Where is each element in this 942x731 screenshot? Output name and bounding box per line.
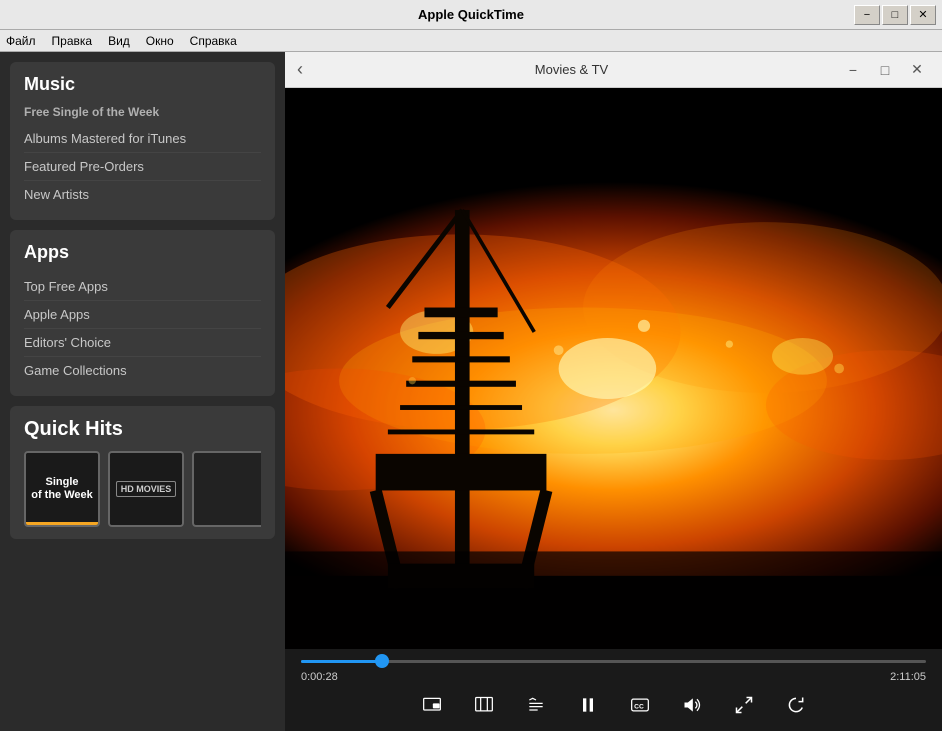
- apps-title: Apps: [24, 242, 261, 263]
- hd-movies-text: HD MOVIES: [116, 481, 177, 497]
- fullscreen-button[interactable]: [728, 689, 760, 721]
- minimize-button[interactable]: −: [854, 5, 880, 25]
- restore-button[interactable]: □: [882, 5, 908, 25]
- video-image: [285, 88, 942, 649]
- progress-track[interactable]: [301, 660, 926, 663]
- video-minimize-button[interactable]: −: [840, 61, 866, 79]
- albums-link[interactable]: Albums Mastered for iTunes: [24, 125, 261, 153]
- controls-bar: 0:00:28 2:11:05: [285, 649, 942, 731]
- time-row: 0:00:28 2:11:05: [301, 671, 926, 683]
- menu-help[interactable]: Справка: [190, 34, 237, 48]
- pip-button[interactable]: [416, 689, 448, 721]
- free-single-subtitle[interactable]: Free Single of the Week: [24, 105, 261, 119]
- apps-section: Apps Top Free Apps Apple Apps Editors' C…: [10, 230, 275, 396]
- pre-orders-link[interactable]: Featured Pre-Orders: [24, 153, 261, 181]
- total-time: 2:11:05: [890, 671, 926, 683]
- hd-movies-card[interactable]: HD MOVIES: [108, 451, 184, 527]
- single-of-week-card[interactable]: Single of the Week: [24, 451, 100, 527]
- menu-bar: Файл Правка Вид Окно Справка: [0, 30, 942, 52]
- main-container: Music Free Single of the Week Albums Mas…: [0, 52, 942, 731]
- pip-icon: [422, 695, 442, 715]
- progress-bar-container[interactable]: [301, 657, 926, 665]
- single-week-text: Single of the Week: [31, 476, 93, 502]
- chapters-icon: [474, 695, 494, 715]
- top-free-apps-link[interactable]: Top Free Apps: [24, 273, 261, 301]
- apple-apps-link[interactable]: Apple Apps: [24, 301, 261, 329]
- video-frame: [285, 88, 942, 649]
- pause-button[interactable]: [572, 689, 604, 721]
- music-title: Music: [24, 74, 261, 95]
- new-artists-link[interactable]: New Artists: [24, 181, 261, 208]
- menu-file[interactable]: Файл: [6, 34, 36, 48]
- replay-icon: [786, 695, 806, 715]
- back-button[interactable]: ‹: [297, 59, 303, 80]
- window-title-bar: Apple QuickTime − □ ✕: [0, 0, 942, 30]
- video-titlebar: ‹ Movies & TV − □ ✕: [285, 52, 942, 88]
- editors-choice-link[interactable]: Editors' Choice: [24, 329, 261, 357]
- chapters-button[interactable]: [468, 689, 500, 721]
- subtitles-button[interactable]: [520, 689, 552, 721]
- music-section: Music Free Single of the Week Albums Mas…: [10, 62, 275, 220]
- video-restore-button[interactable]: □: [872, 61, 898, 79]
- cc-icon: CC: [630, 695, 650, 715]
- video-window-controls: − □ ✕: [840, 61, 930, 79]
- volume-button[interactable]: [676, 689, 708, 721]
- close-button[interactable]: ✕: [910, 5, 936, 25]
- menu-window[interactable]: Окно: [146, 34, 174, 48]
- next-card[interactable]: [192, 451, 261, 527]
- svg-text:CC: CC: [634, 703, 644, 710]
- menu-view[interactable]: Вид: [108, 34, 130, 48]
- current-time: 0:00:28: [301, 671, 338, 683]
- sidebar: Music Free Single of the Week Albums Mas…: [0, 52, 285, 731]
- replay-button[interactable]: [780, 689, 812, 721]
- video-content: [285, 88, 942, 649]
- progress-filled: [301, 660, 382, 663]
- window-controls: − □ ✕: [854, 5, 936, 25]
- volume-icon: [682, 695, 702, 715]
- window-title: Apple QuickTime: [418, 7, 524, 22]
- video-panel: ‹ Movies & TV − □ ✕: [285, 52, 942, 731]
- controls-row: CC: [301, 689, 926, 721]
- progress-thumb[interactable]: [375, 654, 389, 668]
- game-collections-link[interactable]: Game Collections: [24, 357, 261, 384]
- subtitles-icon: [526, 695, 546, 715]
- single-week-bar: [26, 522, 98, 525]
- menu-edit[interactable]: Правка: [52, 34, 93, 48]
- video-close-button[interactable]: ✕: [904, 61, 930, 79]
- quick-hits-items: Single of the Week HD MOVIES: [24, 451, 261, 527]
- cc-button[interactable]: CC: [624, 689, 656, 721]
- quick-hits-section: Quick Hits Single of the Week HD MOVIES: [10, 406, 275, 539]
- pause-icon: [578, 695, 598, 715]
- video-window-title: Movies & TV: [313, 62, 830, 77]
- quick-hits-title: Quick Hits: [24, 418, 261, 441]
- fullscreen-icon: [734, 695, 754, 715]
